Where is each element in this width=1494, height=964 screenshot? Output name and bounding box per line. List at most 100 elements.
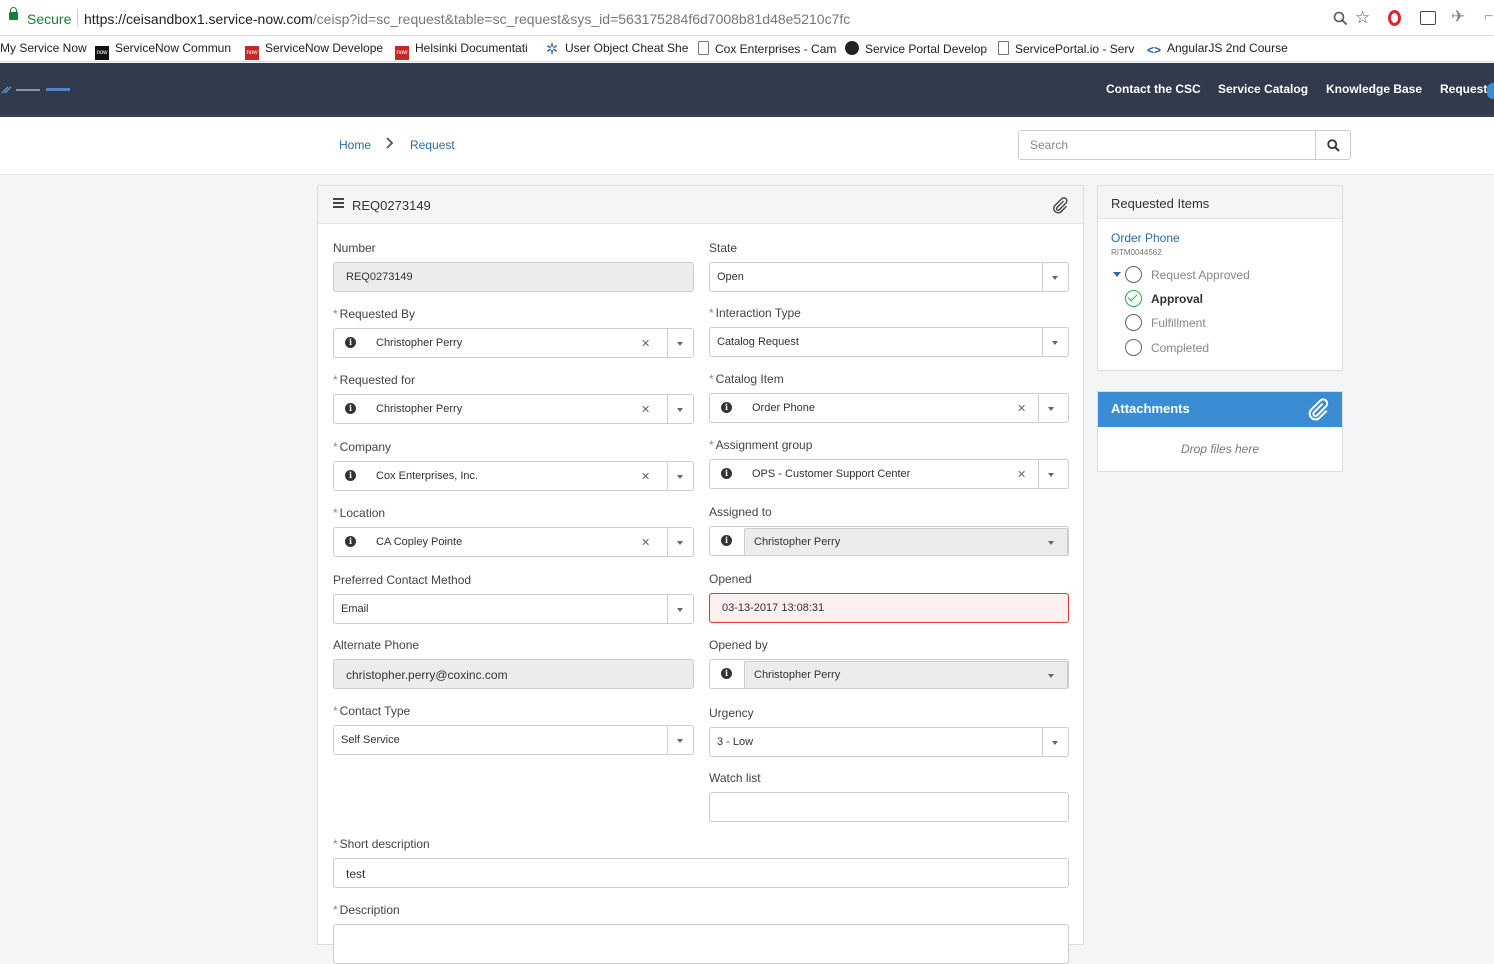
description-textarea[interactable] bbox=[333, 924, 1069, 964]
info-icon[interactable]: i bbox=[721, 468, 732, 479]
required-marker: * bbox=[333, 903, 338, 917]
chevron-down-icon[interactable] bbox=[1042, 328, 1068, 356]
bookmark-service-portal-dev[interactable]: Service Portal Develop bbox=[845, 41, 987, 56]
short-description-input[interactable]: test bbox=[333, 858, 1069, 888]
paperclip-icon[interactable] bbox=[1051, 196, 1069, 214]
breadcrumb-current[interactable]: Request bbox=[410, 138, 455, 152]
bookmark-user-object-cheat-sheet[interactable]: ✲ User Object Cheat She bbox=[545, 41, 689, 57]
search-button[interactable] bbox=[1315, 130, 1351, 160]
bookmark-my-service-now[interactable]: My Service Now bbox=[0, 41, 87, 55]
chevron-down-icon[interactable] bbox=[667, 329, 693, 357]
chevron-down-icon[interactable] bbox=[1038, 394, 1064, 422]
info-icon[interactable]: i bbox=[721, 402, 732, 413]
requested-by-label-text: Requested By bbox=[339, 307, 416, 321]
chevron-down-icon[interactable] bbox=[1042, 263, 1068, 291]
nav-requests[interactable]: Requests bbox=[1440, 82, 1494, 96]
lock-icon bbox=[9, 7, 18, 20]
chevron-down-icon[interactable] bbox=[667, 726, 693, 754]
circle-icon bbox=[1125, 266, 1142, 283]
location-field[interactable]: i CA Copley Pointe ✕ bbox=[333, 527, 694, 557]
chevron-down-icon[interactable] bbox=[667, 595, 693, 623]
clear-x-icon[interactable]: ✕ bbox=[641, 337, 650, 350]
requested-for-field[interactable]: i Christopher Perry ✕ bbox=[333, 394, 694, 424]
bookmark-star-icon[interactable]: ☆ bbox=[1355, 9, 1370, 26]
opera-icon[interactable] bbox=[1388, 10, 1401, 26]
info-icon[interactable]: i bbox=[345, 403, 356, 414]
zoom-icon[interactable] bbox=[1333, 11, 1348, 29]
short-description-label: * Short description bbox=[333, 837, 430, 851]
state-label: State bbox=[709, 241, 738, 255]
clear-x-icon[interactable]: ✕ bbox=[1017, 402, 1026, 415]
info-icon[interactable]: i bbox=[345, 337, 356, 348]
chevron-down-icon[interactable] bbox=[667, 395, 693, 423]
chevron-down-icon[interactable] bbox=[1042, 728, 1068, 756]
bookmark-label: Service Portal Develop bbox=[865, 42, 988, 56]
clear-x-icon[interactable]: ✕ bbox=[1017, 468, 1026, 481]
nav-service-catalog[interactable]: Service Catalog bbox=[1218, 82, 1308, 96]
requested-for-value: Christopher Perry bbox=[376, 403, 463, 415]
info-icon[interactable]: i bbox=[345, 470, 356, 481]
bookmark-label: ServiceNow Commun bbox=[115, 41, 232, 55]
company-logo[interactable] bbox=[0, 84, 72, 96]
chevron-down-icon[interactable] bbox=[1038, 460, 1064, 488]
bookmark-cox-enterprises[interactable]: Cox Enterprises - Cam bbox=[698, 41, 836, 56]
preferred-contact-select[interactable]: Email bbox=[333, 594, 694, 624]
watch-list-field[interactable] bbox=[709, 792, 1069, 822]
interaction-type-select[interactable]: Catalog Request bbox=[709, 327, 1069, 357]
bookmark-label: User Object Cheat She bbox=[565, 41, 689, 55]
extension-overflow-icon[interactable]: ⌐ bbox=[1484, 9, 1493, 25]
form-header: REQ0273149 bbox=[318, 186, 1083, 224]
bookmark-label: AngularJS 2nd Course bbox=[1167, 41, 1288, 55]
requests-count-badge[interactable] bbox=[1487, 83, 1494, 99]
preferred-contact-value: Email bbox=[341, 603, 369, 615]
opened-field[interactable]: 03-13-2017 13:08:31 bbox=[709, 593, 1069, 623]
chevron-down-icon bbox=[1048, 674, 1054, 678]
assigned-to-label: Assigned to bbox=[709, 505, 772, 519]
urgency-select[interactable]: 3 - Low bbox=[709, 727, 1069, 757]
state-select[interactable]: Open bbox=[709, 262, 1069, 292]
bookmark-servicenow-community[interactable]: now ServiceNow Commun bbox=[95, 41, 231, 60]
url-field[interactable]: https://ceisandbox1.service-now.com/ceis… bbox=[84, 6, 1380, 32]
chevron-down-icon[interactable] bbox=[667, 462, 693, 490]
clear-x-icon[interactable]: ✕ bbox=[641, 470, 650, 483]
url-host: https://ceisandbox1.service-now.com bbox=[84, 11, 313, 27]
requested-items-title: Requested Items bbox=[1111, 196, 1210, 211]
assignment-group-value: OPS - Customer Support Center bbox=[752, 468, 911, 480]
bookmark-serviceportal-io[interactable]: ServicePortal.io - Serv bbox=[998, 41, 1134, 56]
address-divider bbox=[77, 9, 78, 27]
circle-icon bbox=[1125, 339, 1142, 356]
requested-item-link[interactable]: Order Phone bbox=[1111, 231, 1180, 245]
bookmarks-bar: My Service Now now ServiceNow Commun now S… bbox=[0, 36, 1494, 62]
drop-zone[interactable]: Drop files here bbox=[1098, 442, 1342, 456]
paperclip-icon[interactable] bbox=[1305, 397, 1331, 421]
info-icon[interactable]: i bbox=[721, 668, 732, 679]
requested-by-value: Christopher Perry bbox=[376, 337, 463, 349]
requested-by-field[interactable]: i Christopher Perry ✕ bbox=[333, 328, 694, 358]
bookmark-angularjs-course[interactable]: <> AngularJS 2nd Course bbox=[1147, 41, 1288, 57]
info-icon[interactable]: i bbox=[345, 536, 356, 547]
catalog-item-field[interactable]: i Order Phone ✕ bbox=[709, 393, 1069, 423]
bookmark-servicenow-developer[interactable]: now ServiceNow Develope bbox=[245, 41, 383, 60]
watch-list-label: Watch list bbox=[709, 771, 761, 785]
now-red-icon: now bbox=[395, 46, 409, 60]
nav-knowledge-base[interactable]: Knowledge Base bbox=[1326, 82, 1422, 96]
contact-type-select[interactable]: Self Service bbox=[333, 725, 694, 755]
breadcrumb-home[interactable]: Home bbox=[339, 138, 371, 152]
caret-down-icon[interactable] bbox=[1113, 272, 1121, 277]
stage-label: Fulfillment bbox=[1151, 316, 1206, 330]
chevron-down-icon[interactable] bbox=[667, 528, 693, 556]
hamburger-menu-icon[interactable] bbox=[333, 198, 344, 208]
company-field[interactable]: i Cox Enterprises, Inc. ✕ bbox=[333, 461, 694, 491]
clear-x-icon[interactable]: ✕ bbox=[641, 403, 650, 416]
search-input[interactable] bbox=[1018, 130, 1316, 160]
mail-extension-icon[interactable] bbox=[1420, 11, 1436, 25]
alternate-phone-value: christopher.perry@coxinc.com bbox=[346, 668, 508, 682]
check-circle-icon bbox=[1125, 290, 1142, 307]
extension-icon[interactable]: ✈ bbox=[1451, 8, 1465, 25]
assignment-group-field[interactable]: i OPS - Customer Support Center ✕ bbox=[709, 459, 1069, 489]
info-icon[interactable]: i bbox=[721, 535, 732, 546]
description-label-text: Description bbox=[339, 903, 400, 917]
bookmark-helsinki-docs[interactable]: now Helsinki Documentati bbox=[395, 41, 528, 60]
clear-x-icon[interactable]: ✕ bbox=[641, 536, 650, 549]
nav-contact-csc[interactable]: Contact the CSC bbox=[1106, 82, 1201, 96]
